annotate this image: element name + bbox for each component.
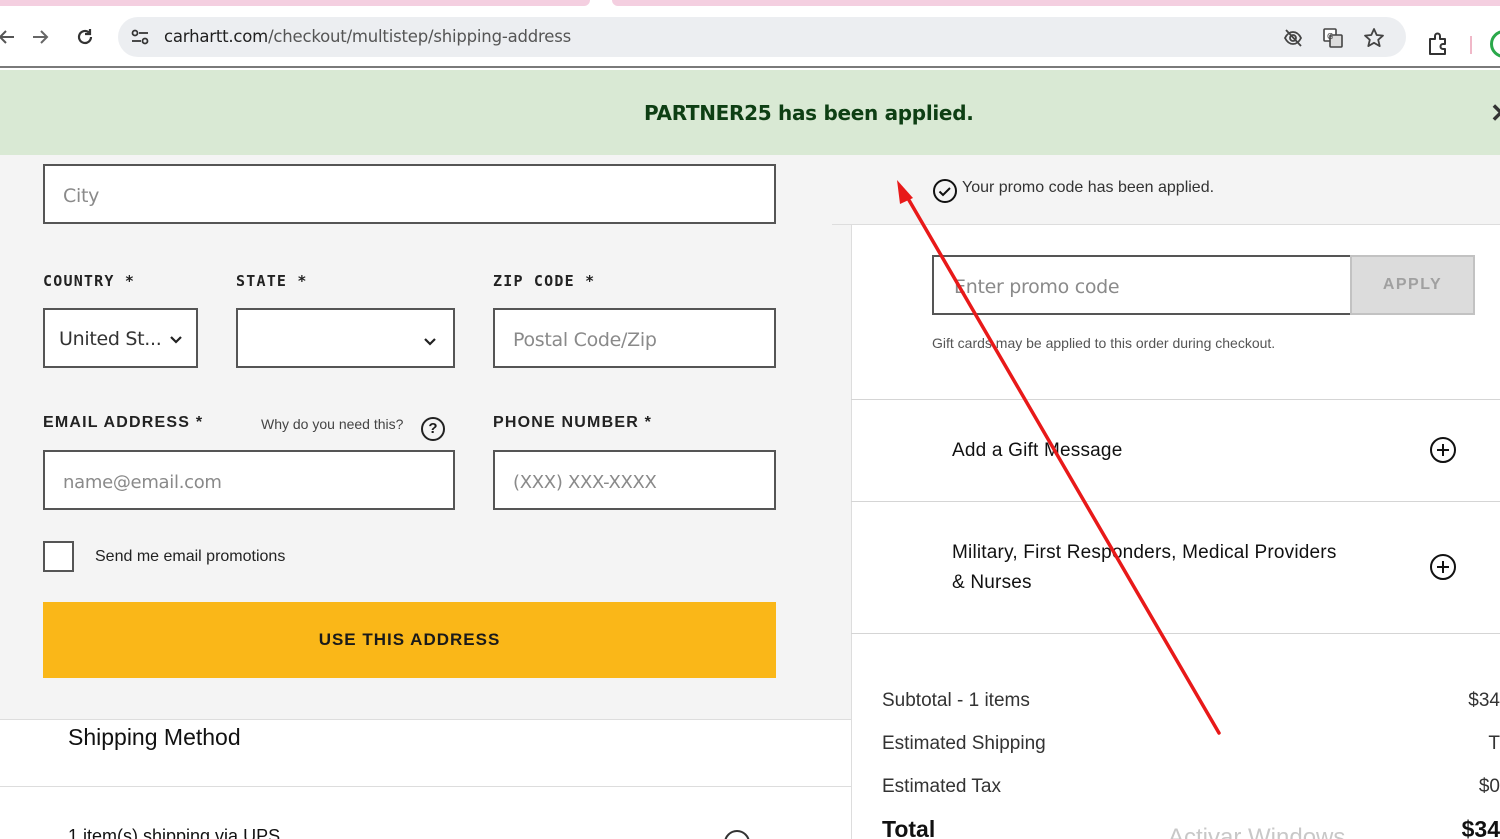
military-line-1: Military, First Responders, Medical Prov… xyxy=(952,542,1337,563)
help-icon[interactable]: ? xyxy=(421,417,445,441)
total-label: Total xyxy=(882,816,936,839)
military-discount-accordion[interactable]: Military, First Responders, Medical Prov… xyxy=(952,542,1337,594)
divider xyxy=(851,633,1500,634)
forward-arrow-icon[interactable] xyxy=(25,22,55,52)
tab-strip xyxy=(0,0,1500,8)
zip-label: ZIP CODE * xyxy=(493,272,596,290)
estimated-shipping-label: Estimated Shipping xyxy=(882,733,1046,754)
url-text: carhartt.com/checkout/multistep/shipping… xyxy=(164,27,572,46)
toolbar-divider xyxy=(1470,36,1472,54)
plus-circle-icon[interactable] xyxy=(1430,437,1456,463)
estimated-tax-label: Estimated Tax xyxy=(882,776,1001,797)
close-icon[interactable]: ✕ xyxy=(1490,98,1500,129)
email-promotions-label: Send me email promotions xyxy=(95,548,286,565)
browser-toolbar: carhartt.com/checkout/multistep/shipping… xyxy=(0,8,1500,68)
translate-icon[interactable]: G xyxy=(1321,26,1345,50)
profile-avatar[interactable] xyxy=(1490,30,1500,58)
zip-field[interactable]: Postal Code/Zip xyxy=(493,308,776,368)
state-label: STATE * xyxy=(236,272,308,290)
windows-activation-watermark: Activar Windows xyxy=(1168,824,1346,839)
back-arrow-icon[interactable] xyxy=(0,22,22,52)
gift-message-accordion[interactable]: Add a Gift Message xyxy=(952,440,1122,462)
apply-promo-button[interactable]: APPLY xyxy=(1350,255,1475,315)
email-label: EMAIL ADDRESS * xyxy=(43,414,204,431)
email-field[interactable]: name@email.com xyxy=(43,450,455,510)
city-field[interactable]: City xyxy=(43,164,776,224)
divider xyxy=(851,501,1500,502)
svg-text:G: G xyxy=(1327,32,1333,41)
chevron-down-icon xyxy=(170,336,182,344)
star-icon[interactable] xyxy=(1362,26,1386,50)
subtotal-label: Subtotal - 1 items xyxy=(882,690,1030,711)
shipping-method-title: Shipping Method xyxy=(68,724,241,750)
reload-icon[interactable] xyxy=(70,22,100,52)
phone-placeholder: (XXX) XXX-XXXX xyxy=(513,472,657,493)
promo-applied-message: Your promo code has been applied. xyxy=(962,179,1215,196)
email-placeholder: name@email.com xyxy=(63,472,222,493)
zip-placeholder: Postal Code/Zip xyxy=(513,329,657,351)
email-help-link[interactable]: Why do you need this? xyxy=(261,416,403,432)
address-bar[interactable]: carhartt.com/checkout/multistep/shipping… xyxy=(118,17,1406,57)
country-select-value: United St... xyxy=(59,328,162,350)
estimated-tax-value: $0 xyxy=(1478,776,1500,797)
promo-code-placeholder: Enter promo code xyxy=(954,276,1120,298)
phone-field[interactable]: (XXX) XXX-XXXX xyxy=(493,450,776,510)
banner-message: PARTNER25 has been applied. xyxy=(644,101,974,125)
total-value: $34 xyxy=(1461,816,1500,839)
military-line-2: & Nurses xyxy=(952,572,1032,593)
country-label: COUNTRY * xyxy=(43,272,136,290)
eye-off-icon[interactable] xyxy=(1281,26,1305,50)
tab-background xyxy=(612,0,1500,6)
divider xyxy=(851,399,1500,400)
check-circle-icon xyxy=(933,179,957,203)
state-select[interactable] xyxy=(236,308,455,368)
chevron-down-icon xyxy=(424,338,436,346)
extensions-icon[interactable] xyxy=(1424,30,1452,58)
shipping-via-text: 1 item(s) shipping via UPS xyxy=(68,826,281,839)
estimated-shipping-value: T xyxy=(1488,733,1500,754)
country-select[interactable]: United St... xyxy=(43,308,198,368)
plus-circle-icon[interactable] xyxy=(1430,554,1456,580)
site-settings-icon[interactable] xyxy=(130,27,150,47)
promo-code-input[interactable]: Enter promo code xyxy=(932,255,1352,315)
phone-label: PHONE NUMBER * xyxy=(493,414,653,431)
use-this-address-button[interactable]: USE THIS ADDRESS xyxy=(43,602,776,678)
email-promotions-checkbox[interactable] xyxy=(43,541,74,572)
plus-circle-icon[interactable] xyxy=(724,830,750,839)
city-placeholder: City xyxy=(63,185,100,207)
gift-card-note: Gift cards may be applied to this order … xyxy=(932,335,1276,351)
tab-background xyxy=(0,0,590,6)
subtotal-value: $34 xyxy=(1468,690,1500,711)
